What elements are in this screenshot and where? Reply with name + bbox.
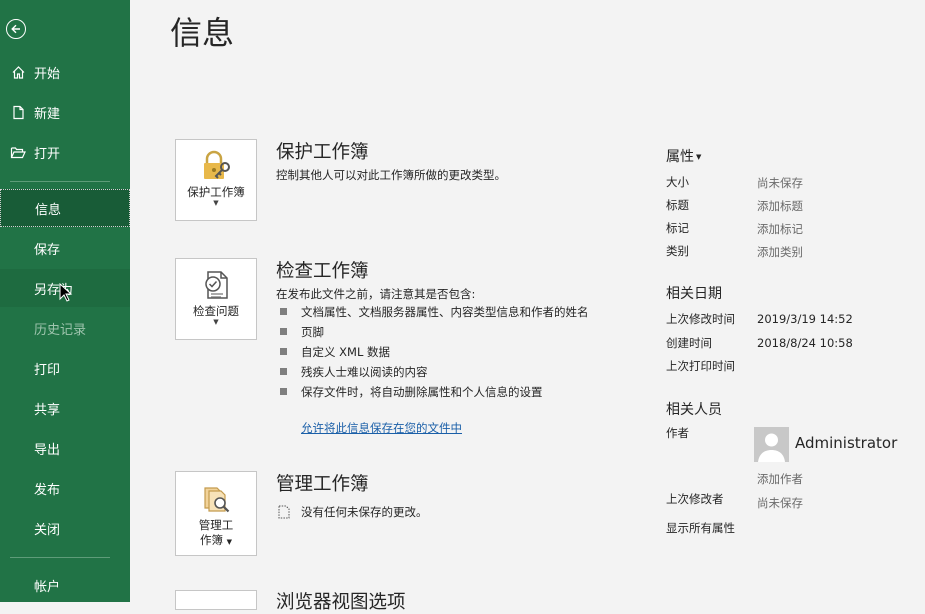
nav-save[interactable]: 保存: [0, 229, 130, 267]
prop-label-tags: 标记: [666, 221, 689, 235]
check-issues-label: 检查问题: [193, 304, 239, 318]
sidebar-divider: [10, 181, 110, 182]
back-button[interactable]: [6, 19, 26, 39]
prop-label-size: 大小: [666, 175, 689, 189]
browser-view-options-button[interactable]: [175, 590, 257, 610]
inspect-bullet-list: 文档属性、文档服务器属性、内容类型信息和作者的姓名 页脚 自定义 XML 数据 …: [276, 305, 606, 405]
properties-heading-text: 属性: [666, 149, 694, 165]
nav-export[interactable]: 导出: [0, 429, 130, 467]
related-dates-heading: 相关日期: [666, 286, 722, 302]
browser-view-title: 浏览器视图选项: [276, 592, 406, 613]
prop-label-category: 类别: [666, 244, 689, 258]
backstage-sidebar: 开始 新建 打开 信息 保存 另存为 历史记录 打印 共享 导出 发布 关闭 帐…: [0, 0, 130, 602]
inspect-intro: 在发布此文件之前，请注意其是否包含:: [276, 287, 476, 301]
prop-value-title[interactable]: 添加标题: [757, 198, 803, 214]
nav-close-label: 关闭: [34, 522, 61, 538]
related-people-heading: 相关人员: [666, 402, 722, 418]
date-label-created: 创建时间: [666, 336, 712, 350]
manage-documents-icon: [204, 487, 230, 513]
list-item: 自定义 XML 数据: [276, 345, 606, 359]
nav-open-label: 打开: [34, 146, 61, 162]
nav-publish-label: 发布: [34, 482, 61, 498]
nav-history[interactable]: 历史记录: [0, 309, 130, 347]
inspect-document-icon: [205, 271, 228, 299]
nav-print[interactable]: 打印: [0, 349, 130, 387]
prop-value-size: 尚未保存: [757, 176, 803, 190]
sidebar-divider: [10, 557, 110, 558]
nav-account-label: 帐户: [34, 579, 61, 595]
date-label-modified: 上次修改时间: [666, 312, 735, 326]
show-all-properties-link[interactable]: 显示所有属性: [666, 520, 735, 536]
nav-new-label: 新建: [34, 106, 61, 122]
nav-open[interactable]: 打开: [0, 133, 130, 171]
inspect-title: 检查工作簿: [276, 261, 369, 282]
nav-info[interactable]: 信息: [0, 189, 130, 227]
home-icon: [10, 64, 26, 80]
manage-title: 管理工作簿: [276, 474, 369, 495]
manage-workbook-button[interactable]: 管理工 作簿 ▼: [175, 471, 257, 556]
protect-title: 保护工作簿: [276, 142, 369, 163]
nav-export-label: 导出: [34, 442, 61, 458]
manage-button-label-2: 作簿 ▼: [200, 533, 232, 550]
folder-open-icon: [10, 144, 26, 160]
document-dotted-icon: [278, 505, 290, 519]
author-label: 作者: [666, 426, 689, 440]
mouse-pointer-icon: [59, 283, 73, 302]
manage-button-label-1: 管理工: [198, 518, 234, 532]
protect-workbook-button[interactable]: 保护工作簿 ▼: [175, 139, 257, 221]
nav-close[interactable]: 关闭: [0, 509, 130, 547]
nav-home[interactable]: 开始: [0, 53, 130, 91]
nav-info-label: 信息: [35, 202, 62, 218]
prop-value-tags[interactable]: 添加标记: [757, 221, 803, 237]
check-issues-button[interactable]: 检查问题 ▼: [175, 258, 257, 340]
list-item: 残疾人士难以阅读的内容: [276, 365, 606, 379]
last-modified-by-value: 尚未保存: [757, 496, 803, 510]
info-panel: 信息 保护工作簿 ▼ 保护工作簿 控制其他人可以对此工作簿所做的更改类型。 检查…: [130, 0, 925, 613]
page-title: 信息: [170, 14, 235, 52]
avatar: [754, 427, 789, 462]
chevron-down-icon: ▼: [696, 153, 702, 161]
chevron-down-icon: ▼: [226, 538, 233, 546]
list-item: 页脚: [276, 325, 606, 339]
nav-account[interactable]: 帐户: [0, 566, 130, 604]
add-author-link[interactable]: 添加作者: [757, 471, 803, 487]
new-document-icon: [10, 104, 26, 120]
chevron-down-icon: ▼: [213, 199, 219, 207]
nav-save-label: 保存: [34, 242, 61, 258]
protect-description: 控制其他人可以对此工作簿所做的更改类型。: [276, 168, 506, 182]
list-item: 保存文件时，将自动删除属性和个人信息的设置: [276, 385, 606, 399]
date-label-printed: 上次打印时间: [666, 359, 735, 373]
user-silhouette-icon: [758, 433, 785, 462]
protect-button-label: 保护工作簿: [187, 185, 245, 199]
lock-key-icon: [204, 150, 230, 179]
chevron-down-icon: ▼: [213, 318, 219, 326]
manage-button-label-2-text: 作簿: [199, 533, 223, 547]
date-value-created: 2018/8/24 10:58: [757, 336, 853, 350]
manage-description: 没有任何未保存的更改。: [301, 505, 428, 519]
list-item: 文档属性、文档服务器属性、内容类型信息和作者的姓名: [276, 305, 606, 319]
nav-share[interactable]: 共享: [0, 389, 130, 427]
nav-new[interactable]: 新建: [0, 93, 130, 131]
properties-heading[interactable]: 属性 ▼: [666, 146, 701, 166]
author-name[interactable]: Administrator: [795, 434, 897, 452]
nav-publish[interactable]: 发布: [0, 469, 130, 507]
nav-share-label: 共享: [34, 402, 61, 418]
last-modified-by-label: 上次修改者: [666, 492, 724, 506]
prop-value-category[interactable]: 添加类别: [757, 244, 803, 260]
nav-home-label: 开始: [34, 66, 61, 82]
allow-save-info-link[interactable]: 允许将此信息保存在您的文件中: [301, 420, 462, 436]
date-value-modified: 2019/3/19 14:52: [757, 312, 853, 326]
prop-label-title: 标题: [666, 198, 689, 212]
arrow-left-icon: [11, 24, 20, 34]
nav-history-label: 历史记录: [34, 322, 87, 338]
nav-print-label: 打印: [34, 362, 61, 378]
